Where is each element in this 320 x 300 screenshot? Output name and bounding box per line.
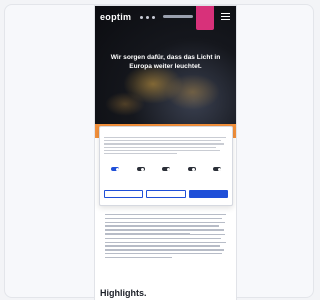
toggle-switch[interactable] (136, 167, 145, 171)
cookie-consent-dialog (99, 126, 233, 206)
promo-badge[interactable] (196, 6, 214, 30)
top-nav-link[interactable] (163, 15, 193, 18)
save-selection-button[interactable] (146, 190, 186, 198)
nav-dot[interactable] (146, 16, 149, 19)
nav-dot[interactable] (140, 16, 143, 19)
city-lights (165, 74, 220, 110)
deny-button[interactable] (104, 190, 144, 198)
hero-section: eoptim Wir sorgen dafür, dass das Licht … (95, 6, 236, 124)
nav-dot[interactable] (152, 16, 155, 19)
cookie-toggle[interactable] (155, 164, 177, 178)
cookie-button-row (104, 190, 228, 198)
language-switcher[interactable] (140, 16, 155, 19)
city-lights (105, 92, 145, 116)
toggle-switch[interactable] (187, 167, 196, 171)
site-logo[interactable]: eoptim (100, 12, 131, 22)
cookie-toggle[interactable] (181, 164, 203, 178)
cookie-toggle-row (104, 164, 228, 178)
body-paragraph (105, 234, 226, 260)
toggle-switch[interactable] (213, 167, 221, 171)
hero-title: Wir sorgen dafür, dass das Licht in Euro… (110, 54, 221, 70)
toggle-switch[interactable] (111, 167, 119, 171)
section-title: Highlights. (100, 288, 147, 298)
accept-all-button[interactable] (188, 190, 228, 198)
toggle-switch[interactable] (162, 167, 170, 171)
cookie-description (104, 137, 226, 156)
cookie-toggle[interactable] (130, 164, 152, 178)
mobile-page: eoptim Wir sorgen dafür, dass das Licht … (95, 6, 236, 300)
hamburger-menu-icon[interactable] (221, 13, 230, 20)
cookie-toggle[interactable] (104, 164, 126, 178)
cookie-toggle[interactable] (206, 164, 228, 178)
